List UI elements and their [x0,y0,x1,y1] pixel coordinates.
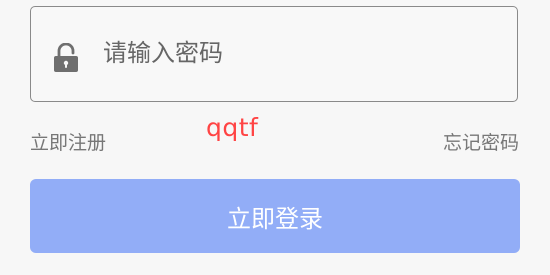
captcha-text: qqtf [206,113,259,142]
lock-open-icon [53,42,79,73]
password-input-container[interactable] [30,6,518,102]
forgot-password-link[interactable]: 忘记密码 [443,131,519,155]
password-input[interactable] [103,33,483,73]
login-button[interactable]: 立即登录 [30,179,520,253]
register-link[interactable]: 立即注册 [30,131,106,155]
